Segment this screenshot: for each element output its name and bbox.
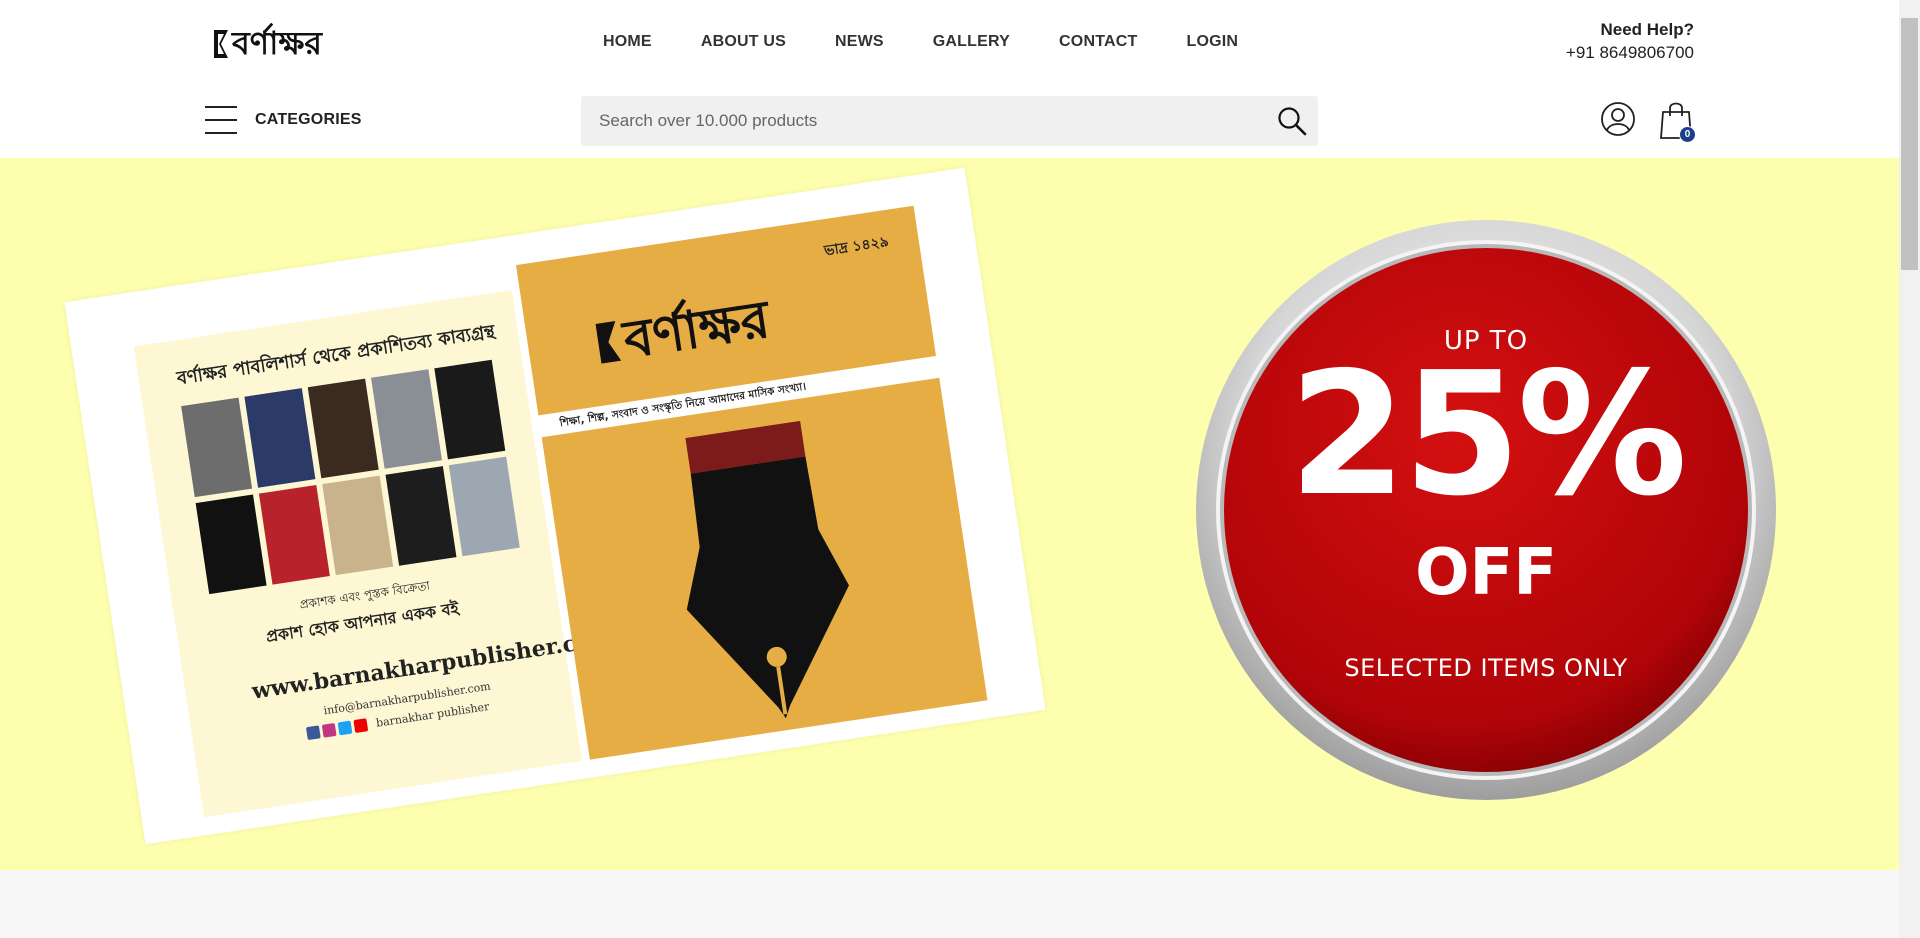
instagram-icon (321, 722, 337, 738)
nav-login[interactable]: LOGIN (1186, 33, 1238, 51)
site-header: বর্ণাক্ষর HOME ABOUT US NEWS GALLERY CON… (0, 0, 1899, 158)
scrollbar-thumb[interactable] (1901, 18, 1918, 270)
youtube-icon (353, 718, 369, 734)
help-title: Need Help? (1600, 20, 1694, 39)
nav-about-us[interactable]: ABOUT US (701, 33, 786, 51)
facebook-icon (305, 725, 321, 741)
categories-toggle[interactable]: CATEGORIES (205, 106, 362, 134)
page-scrollbar[interactable] (1899, 0, 1920, 938)
cart-button[interactable]: 0 (1659, 100, 1697, 144)
categories-label: CATEGORIES (255, 111, 362, 128)
help-block: Need Help? +91 8649806700 (1566, 18, 1694, 64)
search-button[interactable] (1266, 96, 1318, 146)
page: বর্ণাক্ষর HOME ABOUT US NEWS GALLERY CON… (0, 0, 1899, 938)
discount-off: OFF (1415, 536, 1557, 610)
hamburger-icon (205, 106, 237, 134)
site-logo[interactable]: বর্ণাক্ষর (210, 18, 350, 66)
nav-home[interactable]: HOME (603, 33, 652, 51)
discount-text: UP TO 25% OFF SELECTED ITEMS ONLY (1194, 218, 1778, 802)
discount-badge: UP TO 25% OFF SELECTED ITEMS ONLY (1194, 218, 1778, 802)
user-icon (1601, 102, 1635, 136)
nav-gallery[interactable]: GALLERY (933, 33, 1010, 51)
promo-flyer-image: বর্ণাক্ষর পাবলিশার্স থেকে প্রকাশিতব্য কা… (64, 167, 1046, 845)
nav-news[interactable]: NEWS (835, 33, 884, 51)
cart-count-badge: 0 (1679, 126, 1696, 143)
svg-text:বর্ণাক্ষর: বর্ণাক্ষর (617, 286, 775, 371)
search-input[interactable] (581, 96, 1266, 146)
logo-mark: বর্ণাক্ষর (214, 23, 323, 62)
main-nav: HOME ABOUT US NEWS GALLERY CONTACT LOGIN (603, 33, 1287, 51)
logo-text: বর্ণাক্ষর (231, 23, 323, 62)
help-phone[interactable]: +91 8649806700 (1566, 41, 1694, 64)
account-button[interactable] (1600, 101, 1636, 137)
discount-selected-items: SELECTED ITEMS ONLY (1344, 654, 1628, 682)
nav-contact[interactable]: CONTACT (1059, 33, 1137, 51)
hero-banner[interactable]: বর্ণাক্ষর পাবলিশার্স থেকে প্রকাশিতব্য কা… (0, 158, 1899, 870)
search-bar (581, 96, 1318, 146)
discount-percent: 25% (1288, 336, 1688, 534)
twitter-icon (337, 720, 353, 736)
search-icon (1278, 107, 1307, 136)
flyer-magazine-cover: ভাদ্র ১৪২৯ বর্ণাক্ষর শিক্ষা, শিল্প, সংবা… (515, 205, 988, 760)
